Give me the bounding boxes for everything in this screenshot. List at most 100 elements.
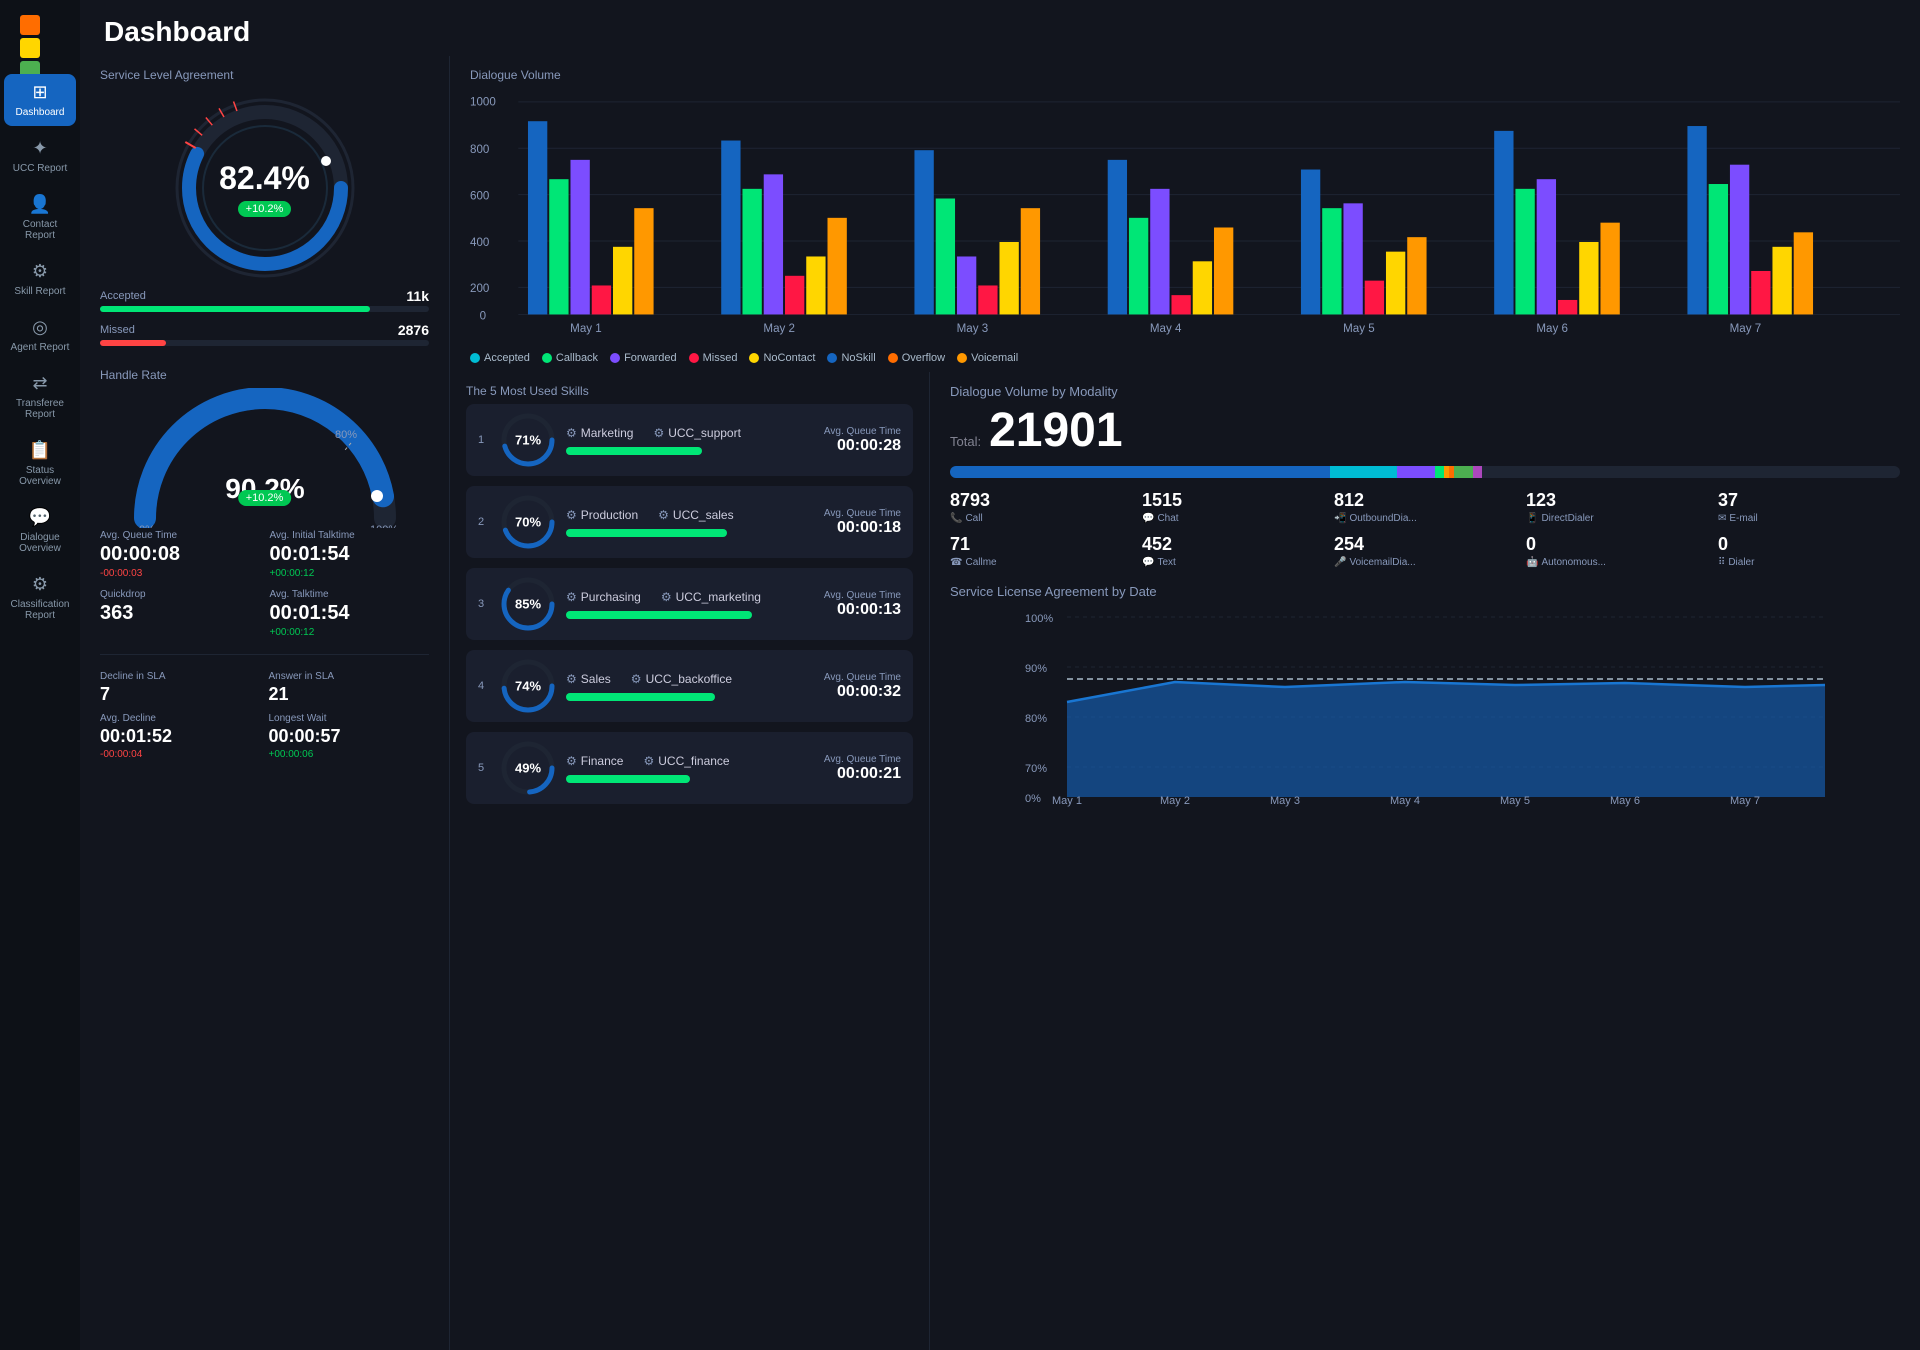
skill-rank-2: 2 bbox=[478, 516, 490, 528]
svg-text:70%: 70% bbox=[1025, 763, 1047, 775]
bar-chart-svg: 1000 800 600 400 200 0 bbox=[470, 88, 1900, 338]
modality-chat: 1515 💬 Chat bbox=[1142, 490, 1324, 524]
skill-names-3: ⚙ Purchasing ⚙ UCC_marketing bbox=[566, 590, 814, 604]
metrics-divider bbox=[100, 654, 429, 655]
accepted-label: Accepted bbox=[100, 290, 146, 302]
sla-gauge-center: 82.4% +10.2% bbox=[219, 160, 310, 217]
svg-text:400: 400 bbox=[470, 237, 489, 249]
skills-panel: The 5 Most Used Skills 1 71% bbox=[450, 372, 930, 1350]
dialogue-volume-section: Dialogue Volume 1000 800 600 400 200 0 bbox=[450, 56, 1920, 372]
skill-rank-1: 1 bbox=[478, 434, 490, 446]
skill-icon: ⚙ bbox=[32, 261, 48, 282]
modality-email: 37 ✉ E-mail bbox=[1718, 490, 1900, 524]
main-content: Dashboard Service Level Agreement // Dra… bbox=[80, 0, 1920, 1350]
sidebar-item-dashboard[interactable]: ⊞ Dashboard bbox=[4, 74, 76, 126]
modality-outbound: 812 📲 OutboundDia... bbox=[1334, 490, 1516, 524]
accepted-progress bbox=[100, 306, 429, 312]
svg-text:May 5: May 5 bbox=[1500, 795, 1530, 807]
skill-item-5: 5 49% ⚙ Finance ⚙ UCC_finance bbox=[466, 732, 913, 804]
sidebar-item-dialogue-overview[interactable]: 💬 Dialogue Overview bbox=[4, 499, 76, 562]
svg-text:May 2: May 2 bbox=[763, 323, 795, 335]
dialogue-volume-title: Dialogue Volume bbox=[470, 68, 1900, 82]
handle-rate-gauge: 0% 100% 80% 90.2% +10.2% bbox=[100, 388, 429, 518]
legend-overflow: Overflow bbox=[888, 352, 945, 364]
sidebar-item-classification-report[interactable]: ⚙ Classification Report bbox=[4, 566, 76, 629]
skill-names-2: ⚙ Production ⚙ UCC_sales bbox=[566, 508, 814, 522]
handle-rate-section: Handle Rate 0% 100% 80% bbox=[100, 368, 429, 518]
legend-accepted: Accepted bbox=[470, 352, 530, 364]
skill-circle-4: 74% bbox=[500, 658, 556, 714]
dashboard-icon: ⊞ bbox=[32, 82, 47, 103]
svg-text:May 6: May 6 bbox=[1610, 795, 1640, 807]
missed-progress bbox=[100, 340, 429, 346]
sla-title: Service Level Agreement bbox=[100, 68, 429, 82]
legend-forwarded: Forwarded bbox=[610, 352, 677, 364]
contact-icon: 👤 bbox=[29, 194, 51, 215]
modality-callme: 71 ☎ Callme bbox=[950, 534, 1132, 568]
missed-fill bbox=[100, 340, 166, 346]
skill-info-4: ⚙ Sales ⚙ UCC_backoffice bbox=[566, 672, 814, 701]
modality-title: Dialogue Volume by Modality bbox=[950, 384, 1900, 399]
avg-talk-label: Avg. Talktime bbox=[270, 589, 430, 600]
sla-chart: 100% 90% 80% 70% 0% bbox=[950, 607, 1900, 807]
sidebar-item-agent-report[interactable]: ◎ Agent Report bbox=[4, 309, 76, 361]
skill-names-4: ⚙ Sales ⚙ UCC_backoffice bbox=[566, 672, 814, 686]
avg-initial-delta: +00:00:12 bbox=[270, 568, 430, 579]
modality-autonomous: 0 🤖 Autonomous... bbox=[1526, 534, 1708, 568]
sidebar-item-skill-report[interactable]: ⚙ Skill Report bbox=[4, 253, 76, 305]
modality-voicemail: 254 🎤 VoicemailDia... bbox=[1334, 534, 1516, 568]
avg-initial-value: 00:01:54 bbox=[270, 543, 430, 566]
avg-decline-delta: -00:00:04 bbox=[100, 749, 261, 760]
ucc-icon: ✦ bbox=[32, 138, 47, 159]
answer-item: Answer in SLA 21 bbox=[269, 671, 430, 705]
skill-info-5: ⚙ Finance ⚙ UCC_finance bbox=[566, 754, 814, 783]
sidebar-item-status-overview[interactable]: 📋 Status Overview bbox=[4, 432, 76, 495]
svg-text:0: 0 bbox=[480, 310, 486, 322]
skill-queue-1: Avg. Queue Time 00:00:28 bbox=[824, 426, 901, 455]
sidebar-item-transferee-report[interactable]: ⇄ Transferee Report bbox=[4, 365, 76, 428]
avg-initial-metric: Avg. Initial Talktime 00:01:54 +00:00:12 bbox=[270, 530, 430, 579]
avg-queue-delta: -00:00:03 bbox=[100, 568, 260, 579]
sidebar-item-contact-report[interactable]: 👤 Contact Report bbox=[4, 186, 76, 249]
skill-queue-3: Avg. Queue Time 00:00:13 bbox=[824, 590, 901, 619]
sidebar-item-ucc-report[interactable]: ✦ UCC Report bbox=[4, 130, 76, 182]
skill-bar-5 bbox=[566, 775, 690, 783]
skill-item-4: 4 74% ⚙ Sales ⚙ UCC_backoffice bbox=[466, 650, 913, 722]
missed-value: 2876 bbox=[398, 322, 429, 338]
handle-rate-title: Handle Rate bbox=[100, 368, 429, 382]
sla-stats-grid: Decline in SLA 7 Answer in SLA 21 Avg. D… bbox=[100, 671, 429, 760]
modality-total-value: 21901 bbox=[989, 403, 1122, 458]
skill-info-3: ⚙ Purchasing ⚙ UCC_marketing bbox=[566, 590, 814, 619]
svg-text:May 6: May 6 bbox=[1536, 323, 1568, 335]
legend-missed: Missed bbox=[689, 352, 738, 364]
decline-label: Decline in SLA bbox=[100, 671, 261, 682]
modality-section: Dialogue Volume by Modality Total: 21901 bbox=[950, 384, 1900, 568]
longest-wait-value: 00:00:57 bbox=[269, 726, 430, 747]
skill-pct-5: 49% bbox=[515, 761, 541, 776]
right-panel: Dialogue Volume 1000 800 600 400 200 0 bbox=[450, 56, 1920, 1350]
left-panel: Service Level Agreement // Draw as stati… bbox=[80, 56, 450, 1350]
svg-text:0%: 0% bbox=[139, 524, 155, 528]
skill-bar-3 bbox=[566, 611, 752, 619]
quickdrop-value: 363 bbox=[100, 602, 260, 625]
missed-label: Missed bbox=[100, 324, 135, 336]
svg-text:May 2: May 2 bbox=[1160, 795, 1190, 807]
sla-section: Service Level Agreement // Draw as stati… bbox=[100, 68, 429, 356]
skill-circle-1: 71% bbox=[500, 412, 556, 468]
accepted-value: 11k bbox=[406, 288, 429, 304]
skill-bar-1 bbox=[566, 447, 702, 455]
legend-noskill: NoSkill bbox=[827, 352, 875, 364]
app-logo bbox=[15, 10, 65, 60]
sla-value: 82.4% bbox=[219, 160, 310, 197]
skill-item-3: 3 85% ⚙ Purchasing ⚙ UCC_marketing bbox=[466, 568, 913, 640]
skill-bar-2 bbox=[566, 529, 727, 537]
skill-pct-3: 85% bbox=[515, 597, 541, 612]
bar-chart-container: 1000 800 600 400 200 0 bbox=[470, 88, 1900, 348]
svg-text:May 4: May 4 bbox=[1390, 795, 1420, 807]
modality-stacked-bar bbox=[950, 466, 1900, 478]
stats-panel: Dialogue Volume by Modality Total: 21901 bbox=[930, 372, 1920, 1350]
decline-item: Decline in SLA 7 bbox=[100, 671, 261, 705]
handle-badge: +10.2% bbox=[238, 490, 292, 506]
skill-item-1: 1 71% ⚙ Marketing ⚙ UCC_support bbox=[466, 404, 913, 476]
avg-talk-delta: +00:00:12 bbox=[270, 627, 430, 638]
